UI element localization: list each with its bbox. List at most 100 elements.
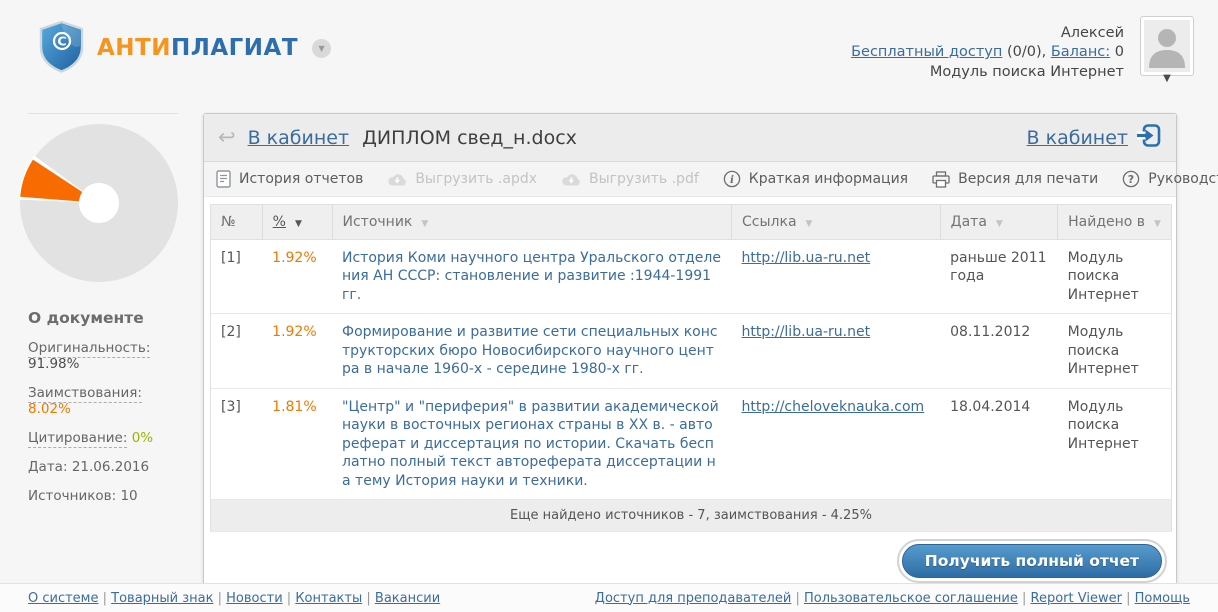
search-module-label: Модуль поиска Интернет — [851, 63, 1124, 82]
svg-text:?: ? — [1128, 173, 1134, 186]
footer-separator: | — [1122, 591, 1135, 606]
footer-separator: | — [214, 591, 227, 606]
stat-date-label: Дата: — [28, 459, 68, 475]
footer-separator: | — [791, 591, 804, 606]
document-icon — [216, 170, 231, 188]
toolbar-export-apdx[interactable]: Выгрузить .apdx — [387, 171, 537, 187]
document-title: ДИПЛОМ свед_н.docx — [362, 127, 577, 149]
toolbar-label: Выгрузить .apdx — [415, 171, 537, 187]
footer-link-user-agreement[interactable]: Пользовательское соглашение — [804, 591, 1018, 606]
free-access-counter: (0/0), — [1002, 44, 1050, 60]
toolbar-brief-info[interactable]: i Краткая информация — [723, 170, 908, 188]
svg-text:C: C — [57, 33, 66, 48]
stat-originality-value: 91.98% — [28, 356, 79, 372]
column-percent[interactable]: %▼ — [262, 205, 332, 240]
download-cloud-icon — [561, 172, 581, 187]
footer-separator: | — [98, 591, 111, 606]
page-footer: О системе | Товарный знак | Новости | Ко… — [0, 583, 1218, 612]
footer-right-links: Доступ для преподавателей | Пользователь… — [595, 591, 1190, 606]
sort-icon: ▼ — [996, 219, 1003, 229]
column-found-in[interactable]: Найдено в▼ — [1058, 205, 1172, 240]
table-summary-row: Еще найдено источников - 7, заимствовани… — [211, 500, 1172, 532]
back-to-cabinet-link[interactable]: В кабинет — [248, 127, 349, 149]
footer-link-report-viewer[interactable]: Report Viewer — [1031, 591, 1122, 606]
user-menu-caret-icon[interactable]: ▼ — [1163, 74, 1171, 84]
toolbar-export-pdf[interactable]: Выгрузить .pdf — [561, 171, 699, 187]
row-link-cell: http://cheloveknauka.com — [732, 388, 941, 499]
sort-icon: ▼ — [806, 219, 813, 229]
row-date: раньше 2011 года — [940, 240, 1057, 314]
sort-icon: ▼ — [295, 219, 302, 229]
toolbar-label: Выгрузить .pdf — [589, 171, 699, 187]
column-source[interactable]: Источник▼ — [332, 205, 732, 240]
row-source-title[interactable]: Формирование и развитие сети специальных… — [332, 314, 732, 388]
toolbar-manual[interactable]: ? Руководство — [1122, 170, 1218, 188]
source-url-link[interactable]: http://lib.ua-ru.net — [742, 324, 871, 340]
footer-link-about[interactable]: О системе — [28, 591, 98, 606]
sidebar-heading: О документе — [28, 309, 178, 327]
source-url-link[interactable]: http://lib.ua-ru.net — [742, 250, 871, 266]
download-cloud-icon — [387, 172, 407, 187]
row-percent: 1.81% — [262, 388, 332, 499]
row-source-title[interactable]: История Коми научного центра Уральского … — [332, 240, 732, 314]
stat-sources-value: 10 — [120, 488, 137, 504]
info-icon: i — [723, 170, 741, 188]
user-info: Алексей Бесплатный доступ (0/0), Баланс:… — [851, 16, 1124, 81]
footer-link-contacts[interactable]: Контакты — [295, 591, 362, 606]
sort-icon: ▼ — [1154, 219, 1161, 229]
user-access-line: Бесплатный доступ (0/0), Баланс: 0 — [851, 43, 1124, 62]
cabinet-right-group: В кабинет — [1027, 122, 1162, 153]
stat-borrowed-value: 8.02% — [28, 401, 71, 417]
logo-dropdown-icon[interactable]: ▼ — [312, 39, 331, 58]
footer-link-vacancies[interactable]: Вакансии — [375, 591, 440, 606]
table-row: [2] 1.92% Формирование и развитие сети с… — [211, 314, 1172, 388]
footer-link-trademark[interactable]: Товарный знак — [111, 591, 213, 606]
back-arrow-icon[interactable]: ↩ — [218, 127, 236, 148]
table-row: [3] 1.81% "Центр" и "периферия" в развит… — [211, 388, 1172, 499]
row-percent: 1.92% — [262, 314, 332, 388]
stat-citation-value: 0% — [132, 430, 153, 446]
sort-icon: ▼ — [421, 219, 428, 229]
toolbar-report-history[interactable]: История отчетов — [216, 170, 363, 188]
enter-cabinet-icon[interactable] — [1135, 122, 1162, 153]
full-report-button-ring: Получить полный отчет — [897, 539, 1167, 583]
shield-logo-icon: C — [38, 20, 85, 77]
column-number: № — [211, 205, 263, 240]
row-link-cell: http://lib.ua-ru.net — [732, 240, 941, 314]
logo: C АНТИПЛАГИАТ ▼ — [38, 20, 331, 77]
user-name: Алексей — [851, 24, 1124, 43]
row-number: [1] — [211, 240, 263, 314]
report-panel: ↩ В кабинет ДИПЛОМ свед_н.docx В кабинет — [203, 113, 1177, 585]
column-date[interactable]: Дата▼ — [940, 205, 1057, 240]
to-cabinet-link[interactable]: В кабинет — [1027, 127, 1128, 149]
panel-title-row: ↩ В кабинет ДИПЛОМ свед_н.docx В кабинет — [204, 114, 1176, 162]
footer-link-help[interactable]: Помощь — [1135, 591, 1190, 606]
stat-originality: Оригинальность: 91.98% — [28, 340, 178, 372]
stat-citation: Цитирование: 0% — [28, 430, 178, 446]
toolbar-label: История отчетов — [239, 171, 363, 187]
free-access-link[interactable]: Бесплатный доступ — [851, 44, 1002, 60]
get-full-report-button[interactable]: Получить полный отчет — [902, 544, 1162, 578]
toolbar-print-version[interactable]: Версия для печати — [932, 171, 1098, 188]
sources-table: № %▼ Источник▼ Ссылка▼ Дата▼ Найдено в▼ … — [210, 204, 1172, 532]
row-found-in: Модуль поиска Интернет — [1058, 240, 1172, 314]
document-sidebar: О документе Оригинальность: 91.98% Заимс… — [28, 113, 178, 517]
footer-separator: | — [362, 591, 375, 606]
logo-text: АНТИПЛАГИАТ — [97, 35, 298, 61]
svg-text:i: i — [730, 174, 734, 186]
row-source-title[interactable]: "Центр" и "периферия" в развитии академи… — [332, 388, 732, 499]
column-link[interactable]: Ссылка▼ — [732, 205, 941, 240]
report-toolbar: История отчетов Выгрузить .apdx Выгрузит… — [204, 162, 1176, 197]
footer-separator: | — [283, 591, 296, 606]
logo-text-anti: АНТИ — [97, 35, 171, 61]
balance-link[interactable]: Баланс: — [1051, 44, 1110, 60]
stat-date: Дата: 21.06.2016 — [28, 459, 178, 475]
table-row: [1] 1.92% История Коми научного центра У… — [211, 240, 1172, 314]
footer-link-news[interactable]: Новости — [226, 591, 283, 606]
toolbar-label: Версия для печати — [958, 171, 1098, 187]
source-url-link[interactable]: http://cheloveknauka.com — [742, 399, 925, 415]
footer-link-teachers-access[interactable]: Доступ для преподавателей — [595, 591, 792, 606]
avatar[interactable]: ▼ — [1140, 16, 1194, 76]
logo-text-plagiat: ПЛАГИАТ — [171, 35, 298, 61]
stat-sources: Источников: 10 — [28, 488, 178, 504]
